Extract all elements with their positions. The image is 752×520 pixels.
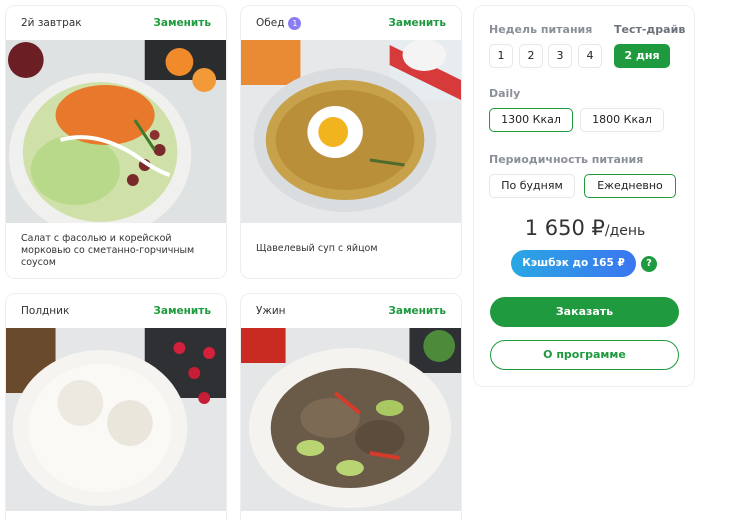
trial-label: Тест-драйв [614, 23, 686, 36]
meal-photo [6, 328, 226, 511]
meal-photo [241, 40, 461, 223]
price-value: 1 650 ₽ [524, 216, 605, 240]
kcal-option-1300[interactable]: 1300 Ккал [489, 108, 573, 132]
period-weekdays[interactable]: По будням [489, 174, 575, 198]
order-panel: Недель питания Тест-драйв 1 2 3 4 2 дня … [473, 5, 695, 387]
about-program-button[interactable]: О программе [490, 340, 679, 370]
meal-card-dinner: Ужин Заменить [240, 293, 462, 520]
meal-card-snack: Полдник Заменить [5, 293, 227, 520]
price-display: 1 650 ₽/день [474, 216, 696, 240]
meal-card-lunch: Обед 1 Заменить Щавелевый суп с яйцом [240, 5, 462, 279]
trial-button[interactable]: 2 дня [614, 44, 670, 68]
replace-button[interactable]: Заменить [388, 17, 446, 29]
meal-description: Щавелевый суп с яйцом [256, 243, 378, 254]
meal-photo [241, 328, 461, 511]
meal-title: Полдник [21, 305, 70, 317]
meal-photo [6, 40, 226, 223]
weeks-option-4[interactable]: 4 [578, 44, 602, 68]
order-button[interactable]: Заказать [490, 297, 679, 327]
meal-card-second-breakfast: 2й завтрак Заменить Салат с фасолью и ко… [5, 5, 227, 279]
weeks-option-1[interactable]: 1 [489, 44, 513, 68]
cashback-badge[interactable]: Кэшбэк до 165 ₽ [511, 250, 636, 277]
weeks-option-3[interactable]: 3 [548, 44, 572, 68]
replace-button[interactable]: Заменить [153, 305, 211, 317]
price-unit: /день [604, 223, 646, 239]
weeks-option-2[interactable]: 2 [519, 44, 543, 68]
replace-button[interactable]: Заменить [388, 305, 446, 317]
replace-button[interactable]: Заменить [153, 17, 211, 29]
meal-title-wrap: Обед 1 [256, 16, 302, 30]
meal-title: Обед [256, 17, 285, 29]
meal-title: 2й завтрак [21, 17, 82, 29]
count-badge: 1 [288, 16, 302, 30]
period-daily[interactable]: Ежедневно [584, 174, 676, 198]
meal-description: Салат с фасолью и корейской морковью со … [21, 233, 195, 268]
daily-label: Daily [489, 87, 521, 100]
period-label: Периодичность питания [489, 153, 644, 166]
kcal-option-1800[interactable]: 1800 Ккал [580, 108, 664, 132]
weeks-label: Недель питания [489, 23, 593, 36]
meal-title: Ужин [256, 305, 286, 317]
help-icon[interactable]: ? [641, 256, 657, 272]
